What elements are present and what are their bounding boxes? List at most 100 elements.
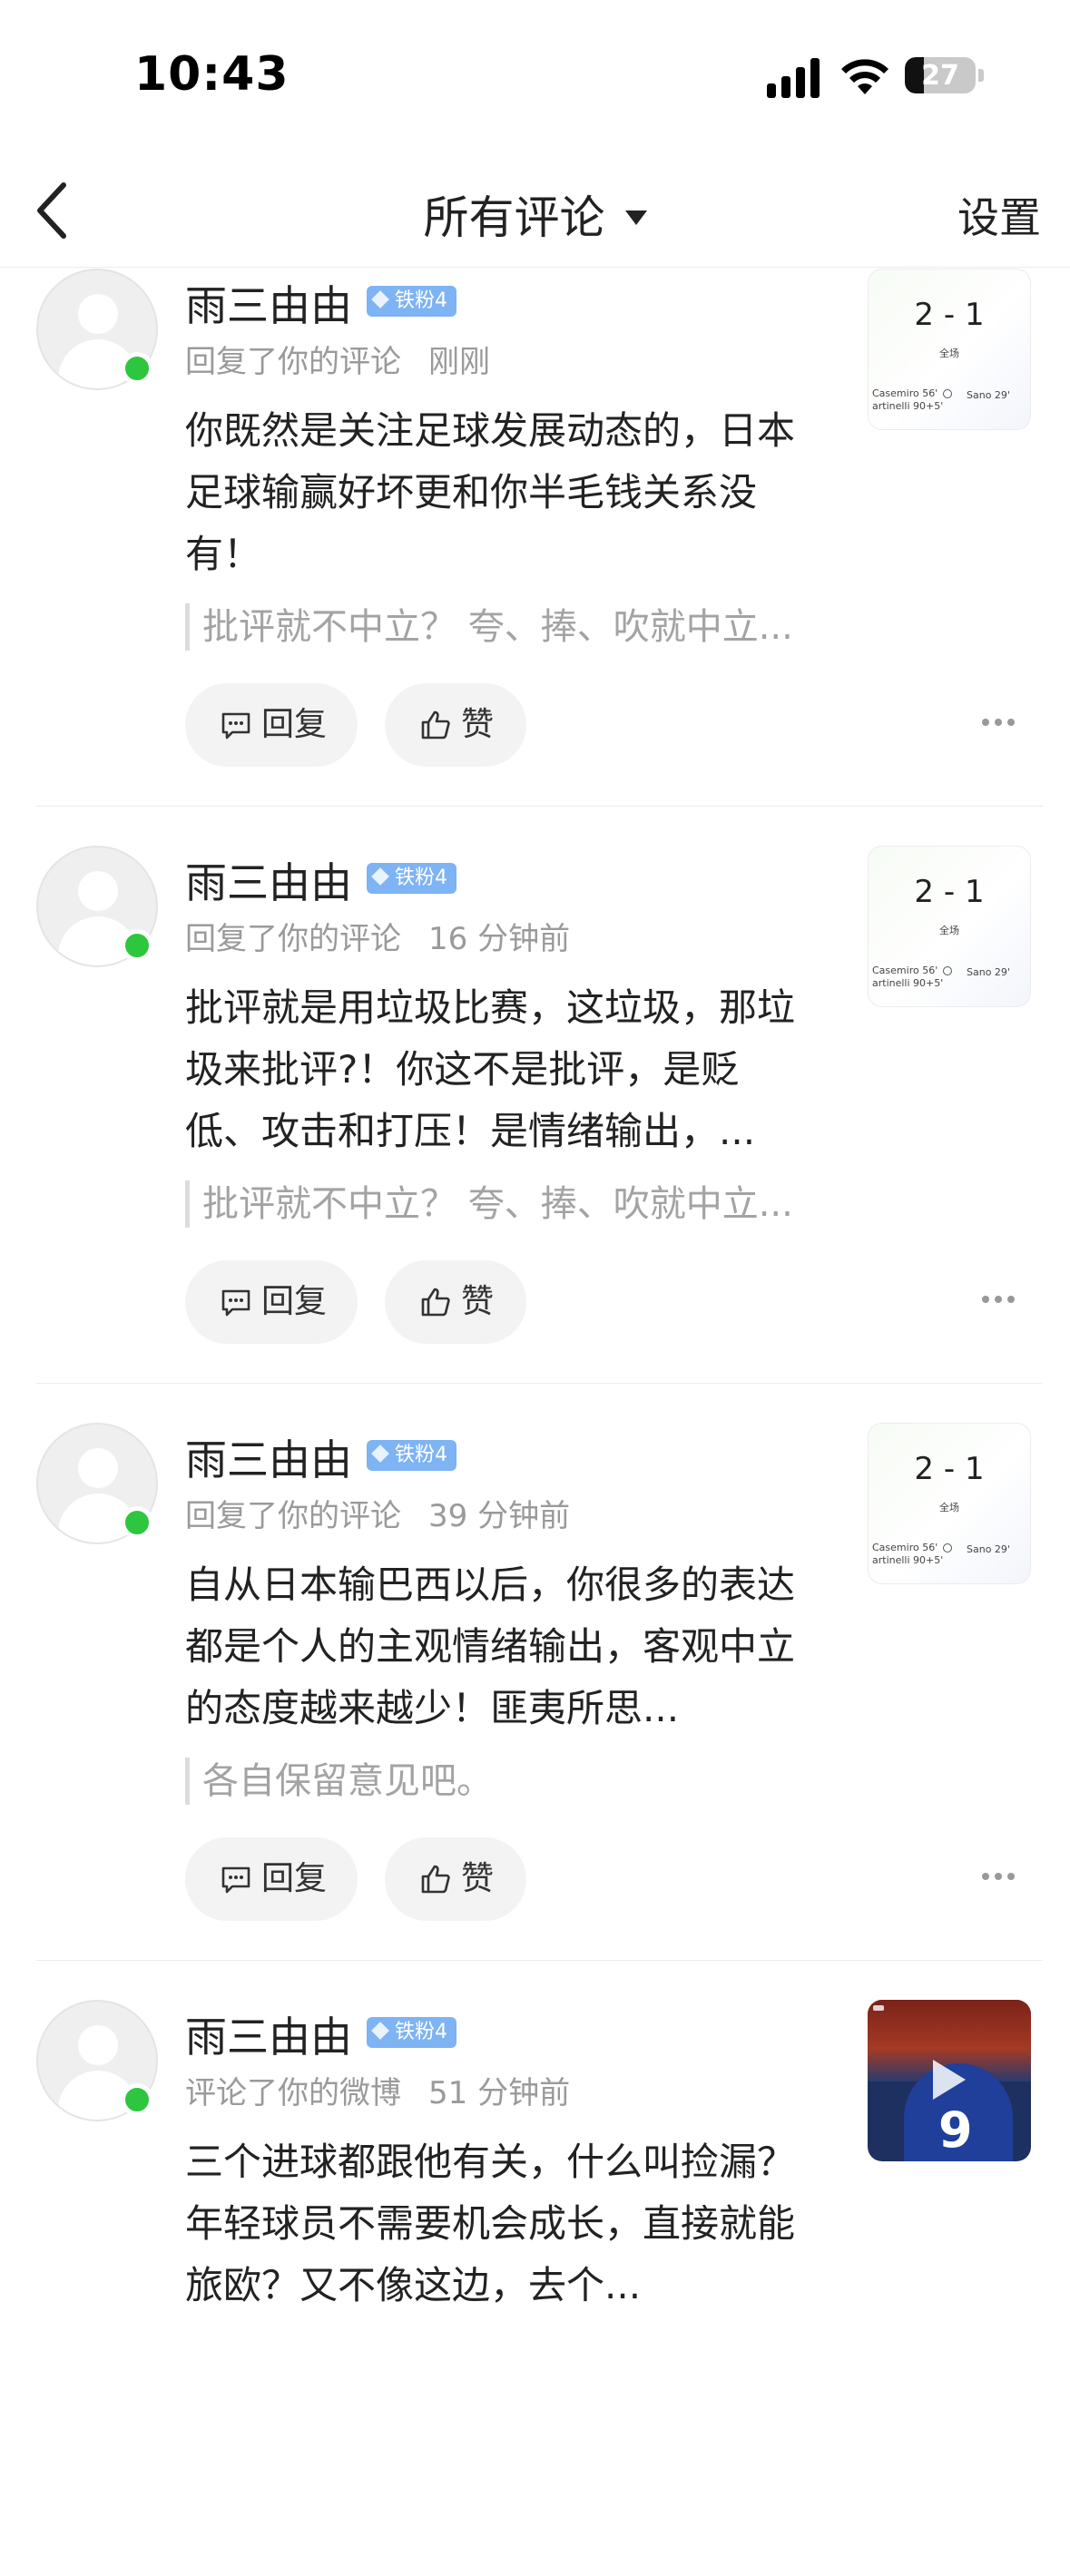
fan-badge: 铁粉4 [367, 2017, 456, 2048]
scorers-home: Casemiro 56' artinelli 90+5' [872, 387, 944, 412]
action-text: 评论了你的微博 [185, 2075, 401, 2111]
match-score-thumbnail[interactable]: 2 - 1 全场 Casemiro 56' artinelli 90+5' Sano … [868, 1423, 1031, 1584]
soccer-ball-icon [943, 1543, 952, 1552]
soccer-ball-icon [943, 389, 952, 398]
quoted-comment[interactable]: 批评就不中立？ 夸、捧、吹就中立... [185, 1180, 838, 1228]
timestamp: 39 分钟前 [428, 1498, 571, 1534]
match-score: 2 - 1 [914, 874, 985, 910]
comment-item: 雨三由由 铁粉4 回复了你的评论 刚刚 你既然是关注足球发展动态的，日本足球输赢好… [0, 268, 1070, 845]
like-label: 赞 [461, 1283, 495, 1320]
fan-badge-label: 铁粉4 [395, 2021, 447, 2043]
more-options-icon[interactable] [982, 1871, 1018, 1882]
reply-button[interactable]: 回复 [185, 1837, 358, 1921]
fan-badge-label: 铁粉4 [395, 289, 447, 312]
username[interactable]: 雨三由由 [185, 273, 352, 333]
scorers-home: Casemiro 56' artinelli 90+5' [872, 1542, 944, 1566]
online-status-dot [121, 2083, 153, 2116]
diamond-icon [371, 1445, 389, 1463]
more-options-icon[interactable] [982, 717, 1018, 728]
quoted-comment[interactable]: 批评就不中立？ 夸、捧、吹就中立... [185, 603, 838, 651]
scorers-away: Sano 29' [967, 389, 1010, 401]
reply-label: 回复 [261, 1860, 328, 1897]
jersey-number: 9 [938, 2101, 973, 2159]
wifi-icon [841, 59, 888, 94]
comment-meta: 回复了你的评论 39 分钟前 [185, 1491, 570, 1535]
match-period: 全场 [939, 348, 959, 359]
quoted-comment[interactable]: 各自保留意见吧。 [185, 1758, 838, 1805]
comment-icon [221, 712, 250, 739]
page-title: 所有评论 [423, 191, 605, 244]
comment-meta: 回复了你的评论 刚刚 [185, 337, 490, 381]
reply-button[interactable]: 回复 [185, 1260, 358, 1344]
battery-cap [978, 69, 984, 82]
timestamp: 51 分钟前 [428, 2075, 571, 2111]
match-period: 全场 [939, 1502, 959, 1513]
fan-badge: 铁粉4 [367, 286, 456, 317]
thumbs-up-icon [421, 1288, 450, 1317]
action-text: 回复了你的评论 [185, 921, 401, 957]
video-thumbnail[interactable]: 9 [868, 2000, 1031, 2161]
media-indicator-icon [873, 2005, 884, 2011]
reply-label: 回复 [261, 706, 328, 743]
fan-badge-label: 铁粉4 [395, 867, 447, 889]
like-button[interactable]: 赞 [385, 683, 526, 767]
comment-meta: 回复了你的评论 16 分钟前 [185, 914, 570, 958]
reply-label: 回复 [261, 1283, 328, 1320]
comment-text[interactable]: 你既然是关注足球发展动态的，日本足球输赢好坏更和你半毛钱关系没有！ [185, 400, 811, 585]
scorers-away: Sano 29' [967, 966, 1010, 978]
battery-percent: 27 [921, 60, 959, 92]
soccer-ball-icon [943, 966, 952, 975]
comment-icon [221, 1289, 250, 1317]
like-label: 赞 [461, 1860, 495, 1897]
comment-item: 雨三由由 铁粉4 评论了你的微博 51 分钟前 三个进球都跟他有关，什么叫捡漏？ … [0, 1999, 1070, 2576]
action-text: 回复了你的评论 [185, 344, 401, 380]
comment-text[interactable]: 自从日本输巴西以后，你很多的表达都是个人的主观情绪输出，客观中立的态度越来越少！… [185, 1554, 811, 1739]
diamond-icon [371, 2022, 389, 2040]
thumbs-up-icon [421, 1865, 450, 1894]
reply-button[interactable]: 回复 [185, 683, 358, 767]
like-button[interactable]: 赞 [385, 1260, 526, 1344]
diamond-icon [371, 290, 389, 309]
more-options-icon[interactable] [982, 1294, 1018, 1305]
comment-text[interactable]: 三个进球都跟他有关，什么叫捡漏？ 年轻球员不需要机会成长，直接就能旅欧？又不像这… [185, 2131, 811, 2316]
nav-bar: 所有评论 设置 [0, 154, 1070, 268]
fan-badge: 铁粉4 [367, 863, 456, 894]
like-label: 赞 [461, 706, 495, 743]
thumbs-up-icon [421, 710, 450, 739]
scorers-away: Sano 29' [967, 1543, 1010, 1555]
match-score: 2 - 1 [914, 297, 985, 333]
comment-item: 雨三由由 铁粉4 回复了你的评论 39 分钟前 自从日本输巴西以后，你很多的表达都… [0, 1422, 1070, 1999]
settings-button[interactable]: 设置 [957, 185, 1041, 245]
scorers-home: Casemiro 56' artinelli 90+5' [872, 965, 944, 989]
comment-list: 雨三由由 铁粉4 回复了你的评论 刚刚 你既然是关注足球发展动态的，日本足球输赢好… [0, 268, 1070, 2576]
timestamp: 刚刚 [428, 344, 490, 380]
comment-filter-dropdown[interactable]: 所有评论 [0, 181, 1070, 247]
online-status-dot [121, 929, 153, 962]
match-score: 2 - 1 [914, 1451, 985, 1487]
status-time: 10:43 [134, 47, 290, 102]
comment-icon [221, 1866, 250, 1894]
fan-badge: 铁粉4 [367, 1440, 456, 1471]
divider [36, 1960, 1043, 1961]
like-button[interactable]: 赞 [385, 1837, 526, 1921]
caret-down-icon [624, 210, 647, 225]
comment-item: 雨三由由 铁粉4 回复了你的评论 16 分钟前 批评就是用垃圾比赛，这垃圾，那垃圾… [0, 845, 1070, 1422]
username[interactable]: 雨三由由 [185, 850, 352, 910]
cellular-signal-icon [767, 58, 823, 98]
match-score-thumbnail[interactable]: 2 - 1 全场 Casemiro 56' artinelli 90+5' Sano … [868, 846, 1031, 1007]
status-bar: 10:43 27 [0, 0, 1070, 154]
match-period: 全场 [939, 925, 959, 936]
fan-badge-label: 铁粉4 [395, 1444, 447, 1466]
divider [36, 1383, 1043, 1384]
play-icon [933, 2060, 966, 2100]
match-score-thumbnail[interactable]: 2 - 1 全场 Casemiro 56' artinelli 90+5' Sano … [868, 269, 1031, 430]
username[interactable]: 雨三由由 [185, 1427, 352, 1487]
username[interactable]: 雨三由由 [185, 2004, 352, 2064]
diamond-icon [371, 867, 389, 886]
divider [36, 806, 1043, 807]
battery-icon: 27 [905, 57, 976, 93]
comment-text[interactable]: 批评就是用垃圾比赛，这垃圾，那垃圾来批评?！你这不是批评，是贬低、攻击和打压！是… [185, 977, 811, 1162]
online-status-dot [121, 1506, 153, 1539]
comment-meta: 评论了你的微博 51 分钟前 [185, 2068, 570, 2112]
timestamp: 16 分钟前 [428, 921, 571, 957]
